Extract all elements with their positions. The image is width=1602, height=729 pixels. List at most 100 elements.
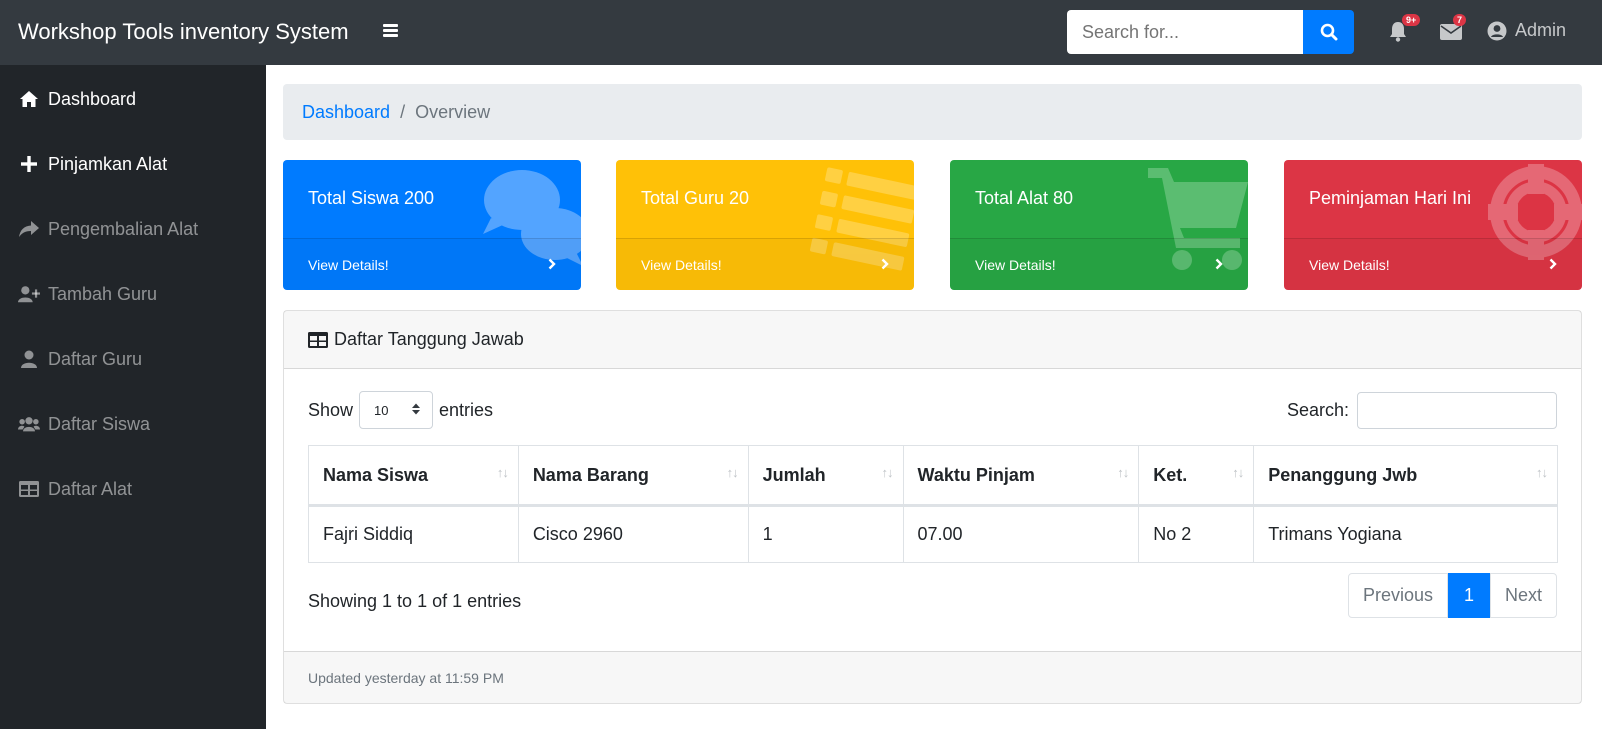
chevron-right-icon bbox=[881, 257, 889, 273]
panel-footer: Updated yesterday at 11:59 PM bbox=[284, 651, 1581, 703]
sort-icon: ↑↓ bbox=[881, 465, 894, 480]
card-title: Total Siswa 200 bbox=[308, 188, 435, 208]
user-circle-icon bbox=[1487, 21, 1507, 40]
card-title: Total Alat 80 bbox=[975, 188, 1074, 208]
user-plus-icon bbox=[18, 285, 40, 303]
table-info: Showing 1 to 1 of 1 entries bbox=[308, 591, 522, 611]
view-details-label: View Details! bbox=[975, 256, 1056, 273]
user-icon bbox=[18, 350, 40, 368]
sidebar-item-label: Daftar Alat bbox=[48, 478, 133, 499]
search-icon bbox=[1320, 23, 1337, 41]
previous-page-button[interactable]: Previous bbox=[1347, 573, 1448, 618]
card-title: Total Guru 20 bbox=[641, 188, 750, 208]
table-header-row: Nama Siswa ↑↓ Nama Barang ↑↓ Jumlah ↑↓ Wakt… bbox=[308, 445, 1558, 507]
card-title: Peminjaman Hari Ini bbox=[1309, 188, 1472, 208]
sort-icon: ↑↓ bbox=[1117, 465, 1129, 480]
view-details-label: View Details! bbox=[308, 256, 389, 273]
column-header-penanggung-jwb[interactable]: Penanggung Jwb ↑↓ bbox=[1253, 445, 1558, 507]
user-name: Admin bbox=[1515, 20, 1567, 40]
sort-icon: ↑↓ bbox=[496, 465, 509, 480]
table-cell: Cisco 2960 bbox=[517, 505, 749, 563]
column-header-waktu-pinjam[interactable]: Waktu Pinjam ↑↓ bbox=[902, 445, 1140, 507]
sort-icon: ↑↓ bbox=[726, 465, 739, 480]
messages-badge: 7 bbox=[1453, 14, 1467, 26]
table-search-input[interactable] bbox=[1357, 392, 1557, 429]
show-label: Show bbox=[308, 399, 354, 420]
next-page-button[interactable]: Next bbox=[1489, 573, 1557, 618]
share-icon bbox=[18, 221, 40, 237]
user-menu[interactable]: Admin bbox=[1487, 20, 1566, 41]
breadcrumb-separator: / bbox=[400, 101, 406, 122]
navbar-search-input[interactable] bbox=[1067, 10, 1303, 54]
view-details-link[interactable]: View Details! bbox=[1284, 238, 1582, 290]
breadcrumb-current: Overview bbox=[415, 101, 491, 122]
sidebar-item-daftar-guru[interactable]: Daftar Guru bbox=[18, 339, 142, 379]
table-cell: 07.00 bbox=[902, 505, 1140, 563]
sort-icon: ↑↓ bbox=[1536, 465, 1548, 480]
chevron-right-icon bbox=[1549, 257, 1557, 273]
column-header-nama-barang[interactable]: Nama Barang ↑↓ bbox=[517, 445, 749, 507]
view-details-label: View Details! bbox=[641, 256, 722, 273]
breadcrumb: Dashboard / Overview bbox=[283, 84, 1582, 140]
table-icon bbox=[308, 331, 328, 348]
menu-toggle-button[interactable] bbox=[383, 22, 401, 42]
messages-dropdown[interactable]: 7 bbox=[1440, 14, 1467, 46]
sidebar-item-pengembalian-alat[interactable]: Pengembalian Alat bbox=[18, 209, 198, 249]
sidebar-item-daftar-alat[interactable]: Daftar Alat bbox=[18, 469, 132, 509]
entries-select-value: 10 bbox=[374, 402, 389, 418]
card-peminjaman-hari-ini: Peminjaman Hari Ini View Details! bbox=[1284, 160, 1582, 290]
view-details-link[interactable]: View Details! bbox=[950, 238, 1248, 290]
entries-select[interactable]: 10 bbox=[359, 391, 434, 429]
view-details-link[interactable]: View Details! bbox=[283, 238, 581, 290]
sidebar-item-daftar-siswa[interactable]: Daftar Siswa bbox=[18, 404, 150, 444]
sort-icon: ↑↓ bbox=[1232, 465, 1244, 480]
main-content: Dashboard / Overview Total Siswa 200 Vie… bbox=[266, 65, 1602, 729]
breadcrumb-dashboard-link[interactable]: Dashboard bbox=[302, 102, 390, 123]
users-icon bbox=[18, 416, 40, 432]
sidebar-item-label: Pinjamkan Alat bbox=[48, 153, 168, 174]
sidebar-item-label: Daftar Siswa bbox=[48, 413, 151, 434]
sidebar-item-label: Tambah Guru bbox=[48, 283, 158, 304]
sidebar-item-dashboard[interactable]: Dashboard bbox=[18, 79, 136, 119]
table-cell: 1 bbox=[747, 505, 904, 563]
top-navbar: Workshop Tools inventory System 9+ 7 bbox=[0, 0, 1602, 65]
table-search-control: Search: bbox=[1287, 392, 1557, 429]
entries-length-control: Show 10 entries bbox=[308, 391, 493, 429]
pagination: Previous 1 Next bbox=[1347, 573, 1557, 618]
view-details-label: View Details! bbox=[1309, 256, 1390, 273]
sidebar: Dashboard Pinjamkan Alat Pengembalian Al… bbox=[0, 65, 266, 729]
table-cell: Trimans Yogiana bbox=[1253, 505, 1558, 563]
search-button[interactable] bbox=[1303, 10, 1354, 54]
sidebar-item-label: Pengembalian Alat bbox=[48, 218, 199, 239]
brand-title[interactable]: Workshop Tools inventory System bbox=[18, 19, 349, 45]
chevron-right-icon bbox=[1215, 257, 1223, 273]
table-row: Fajri Siddiq Cisco 2960 1 07.00 No 2 Tri… bbox=[308, 505, 1558, 563]
responsibility-table: Nama Siswa ↑↓ Nama Barang ↑↓ Jumlah ↑↓ Wakt… bbox=[308, 445, 1558, 563]
alerts-dropdown[interactable]: 9+ bbox=[1388, 14, 1421, 47]
table-search-label: Search: bbox=[1286, 400, 1349, 420]
panel-title: Daftar Tanggung Jawab bbox=[334, 329, 524, 349]
table-cell: Fajri Siddiq bbox=[308, 505, 519, 563]
page-1-button[interactable]: 1 bbox=[1447, 573, 1490, 618]
responsibility-panel: Daftar Tanggung Jawab Show 10 entries Se… bbox=[283, 310, 1582, 704]
column-header-nama-siswa[interactable]: Nama Siswa ↑↓ bbox=[308, 445, 519, 507]
card-total-guru: Total Guru 20 View Details! bbox=[616, 160, 914, 290]
column-header-ket[interactable]: Ket. ↑↓ bbox=[1138, 445, 1255, 507]
view-details-link[interactable]: View Details! bbox=[616, 238, 914, 290]
sort-updown-icon bbox=[412, 403, 421, 418]
sidebar-item-pinjamkan-alat[interactable]: Pinjamkan Alat bbox=[18, 144, 167, 184]
table-icon bbox=[18, 481, 40, 497]
sidebar-item-tambah-guru[interactable]: Tambah Guru bbox=[18, 274, 157, 314]
card-total-siswa: Total Siswa 200 View Details! bbox=[283, 160, 581, 290]
card-total-alat: Total Alat 80 View Details! bbox=[950, 160, 1248, 290]
column-header-jumlah[interactable]: Jumlah ↑↓ bbox=[747, 445, 904, 507]
sidebar-item-label: Daftar Guru bbox=[48, 348, 143, 369]
sidebar-item-label: Dashboard bbox=[48, 88, 137, 109]
home-icon bbox=[18, 90, 40, 108]
panel-header: Daftar Tanggung Jawab bbox=[284, 311, 1581, 369]
plus-icon bbox=[18, 156, 40, 172]
table-cell: No 2 bbox=[1138, 505, 1255, 563]
alerts-badge: 9+ bbox=[1402, 14, 1421, 26]
entries-label: entries bbox=[439, 399, 494, 420]
navbar-search bbox=[1067, 10, 1354, 54]
